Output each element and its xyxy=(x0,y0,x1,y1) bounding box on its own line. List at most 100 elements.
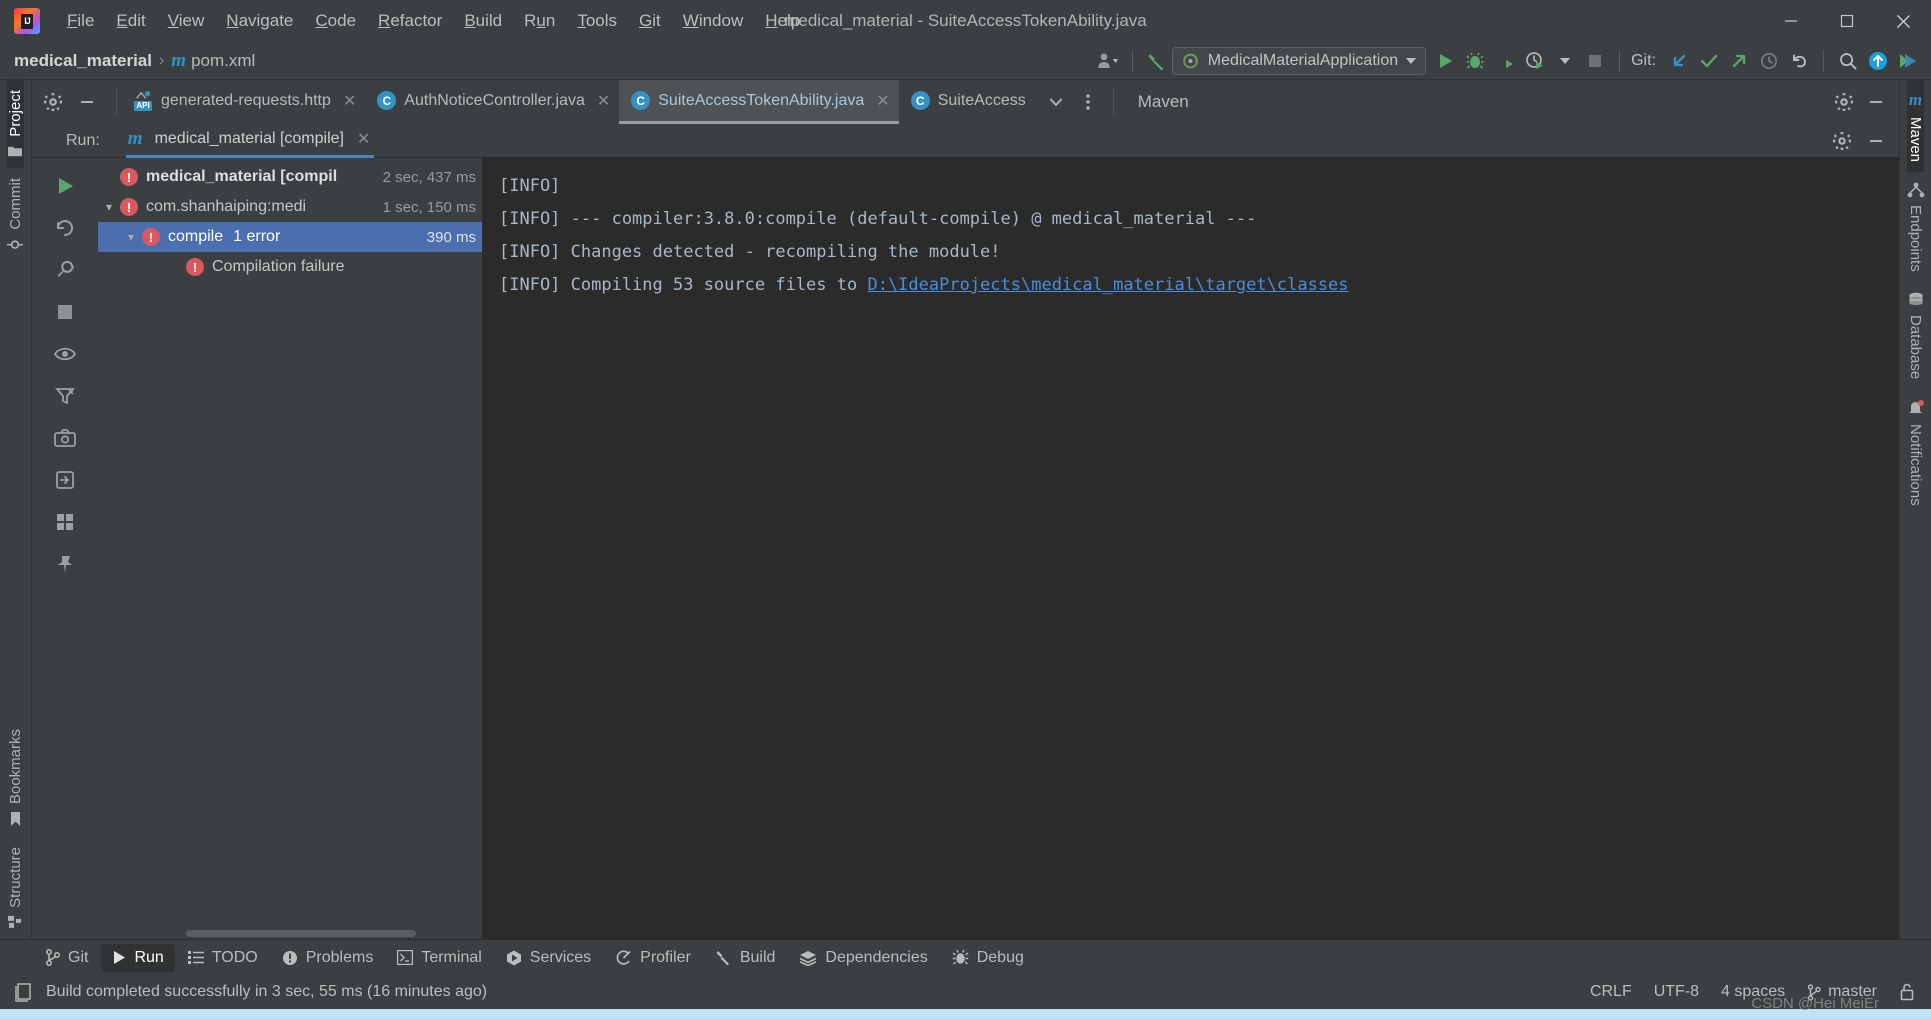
breadcrumb-project[interactable]: medical_material xyxy=(14,51,152,71)
tree-horizontal-scrollbar[interactable] xyxy=(98,927,482,939)
menu-item-run[interactable]: Run xyxy=(513,7,566,35)
menu-item-help[interactable]: Help xyxy=(754,7,811,35)
user-avatar-icon[interactable] xyxy=(1093,47,1123,75)
sidebar-item-project[interactable]: Project xyxy=(7,80,24,168)
encoding-indicator[interactable]: UTF-8 xyxy=(1654,983,1699,1001)
run-coverage-icon[interactable] xyxy=(1490,47,1520,75)
hammer-build-icon[interactable] xyxy=(1142,47,1172,75)
minimize-button[interactable] xyxy=(1763,0,1819,42)
table-row[interactable]: ▾ ! com.shanhaiping:medi 1 sec, 150 ms xyxy=(98,192,482,222)
stop-icon[interactable] xyxy=(1580,47,1610,75)
chevron-down-icon[interactable]: ▾ xyxy=(120,230,142,244)
sidebar-item-structure[interactable]: Structure xyxy=(7,837,24,939)
plugin-icon[interactable] xyxy=(1893,47,1923,75)
line-separator-indicator[interactable]: CRLF xyxy=(1590,983,1632,1001)
menu-item-tools[interactable]: Tools xyxy=(566,7,628,35)
menu-item-git[interactable]: Git xyxy=(628,7,672,35)
bottom-tab-build[interactable]: Build xyxy=(704,944,787,972)
indent-indicator[interactable]: 4 spaces xyxy=(1721,983,1785,1001)
close-button[interactable] xyxy=(1875,0,1931,42)
run-configuration-selector[interactable]: MedicalMaterialApplication xyxy=(1171,46,1427,75)
pin-icon[interactable] xyxy=(46,545,84,583)
hide-icon[interactable] xyxy=(1861,87,1891,117)
bottom-tab-run[interactable]: Run xyxy=(101,943,175,972)
settings-gear-icon[interactable] xyxy=(1827,126,1857,156)
maximize-button[interactable] xyxy=(1819,0,1875,42)
table-row[interactable]: ▾ ! compile 1 error 390 ms xyxy=(98,222,482,252)
close-icon[interactable]: ✕ xyxy=(343,91,356,111)
chevron-down-icon[interactable] xyxy=(1041,87,1071,117)
more-vertical-icon[interactable] xyxy=(1073,87,1103,117)
status-bar-right: CRLF UTF-8 4 spaces master xyxy=(1590,983,1931,1001)
screenshot-icon[interactable] xyxy=(46,419,84,457)
hide-icon[interactable] xyxy=(1861,126,1891,156)
git-rollback-icon[interactable] xyxy=(1784,47,1814,75)
bottom-tab-dependencies[interactable]: Dependencies xyxy=(788,944,938,972)
debug-icon[interactable] xyxy=(1460,47,1490,75)
eye-toggle-icon[interactable] xyxy=(46,335,84,373)
menu-item-view[interactable]: View xyxy=(157,7,216,35)
bottom-tab-debug[interactable]: Debug xyxy=(941,944,1035,972)
settings-gear-icon[interactable] xyxy=(1829,87,1859,117)
bottom-tab-git[interactable]: Git xyxy=(34,944,99,972)
editor-tab-generated-requests[interactable]: API generated-requests.http ✕ xyxy=(121,80,365,124)
hide-icon[interactable] xyxy=(72,87,102,117)
profiler-icon[interactable] xyxy=(1520,47,1550,75)
run-tab-medical-material-compile[interactable]: m medical_material [compile] ✕ xyxy=(125,124,375,158)
sidebar-item-commit[interactable]: Commit xyxy=(7,168,24,263)
rerun-icon[interactable] xyxy=(46,167,84,205)
filter-icon[interactable] xyxy=(46,377,84,415)
menu-item-code[interactable]: Code xyxy=(304,7,367,35)
editor-tab-suiteaccesstokenability[interactable]: C SuiteAccessTokenAbility.java ✕ xyxy=(619,80,899,124)
lock-icon[interactable] xyxy=(1899,983,1915,1001)
bottom-tab-services[interactable]: Services xyxy=(495,944,602,972)
status-message[interactable]: Build completed successfully in 3 sec, 5… xyxy=(46,983,487,1001)
breadcrumb-file[interactable]: pom.xml xyxy=(191,51,255,71)
build-console-output[interactable]: [INFO] [INFO] --- compiler:3.8.0:compile… xyxy=(483,158,1873,939)
sidebar-item-bookmarks[interactable]: Bookmarks xyxy=(7,719,24,837)
upload-icon[interactable] xyxy=(1863,47,1893,75)
git-commit-icon[interactable] xyxy=(1694,47,1724,75)
rerun-failed-icon[interactable] xyxy=(46,209,84,247)
console-line: [INFO] --- compiler:3.8.0:compile (defau… xyxy=(499,209,1257,229)
menu-item-build[interactable]: Build xyxy=(453,7,513,35)
bottom-tab-terminal[interactable]: Terminal xyxy=(386,944,492,972)
table-row[interactable]: ! Compilation failure xyxy=(98,252,482,282)
search-everywhere-icon[interactable] xyxy=(1833,47,1863,75)
settings-wrench-icon[interactable] xyxy=(46,251,84,289)
editor-tab-suiteaccess[interactable]: C SuiteAccess xyxy=(899,80,1035,124)
bottom-tab-todo[interactable]: TODO xyxy=(177,944,269,972)
close-icon[interactable]: ✕ xyxy=(597,91,610,111)
git-push-icon[interactable] xyxy=(1724,47,1754,75)
console-scroll-rail[interactable] xyxy=(1873,158,1899,939)
editor-tab-label: generated-requests.http xyxy=(161,91,331,109)
build-tree-panel: ! medical_material [compil 2 sec, 437 ms… xyxy=(98,158,483,939)
sidebar-item-endpoints[interactable]: Endpoints xyxy=(1907,172,1925,282)
bottom-tab-profiler[interactable]: Profiler xyxy=(604,944,702,972)
menu-item-navigate[interactable]: Navigate xyxy=(215,7,304,35)
menu-item-edit[interactable]: Edit xyxy=(105,7,156,35)
scrollbar-thumb[interactable] xyxy=(186,930,416,937)
sidebar-item-notifications[interactable]: Notifications xyxy=(1907,389,1925,516)
table-row[interactable]: ! medical_material [compil 2 sec, 437 ms xyxy=(98,162,482,192)
output-path-link[interactable]: D:\IdeaProjects\medical_material\target\… xyxy=(867,275,1348,295)
menu-item-refactor[interactable]: Refactor xyxy=(367,7,453,35)
git-branch-indicator[interactable]: master xyxy=(1807,983,1877,1001)
profiler-dropdown-icon[interactable] xyxy=(1550,47,1580,75)
run-icon[interactable] xyxy=(1430,47,1460,75)
export-icon[interactable] xyxy=(46,461,84,499)
git-update-icon[interactable] xyxy=(1664,47,1694,75)
close-icon[interactable]: ✕ xyxy=(876,91,889,111)
menu-item-file[interactable]: File xyxy=(56,7,105,35)
git-history-icon[interactable] xyxy=(1754,47,1784,75)
bottom-tab-problems[interactable]: Problems xyxy=(271,944,385,972)
settings-gear-icon[interactable] xyxy=(38,87,68,117)
chevron-down-icon[interactable]: ▾ xyxy=(98,200,120,214)
menu-item-window[interactable]: Window xyxy=(672,7,754,35)
editor-tab-authnoticecontroller[interactable]: C AuthNoticeController.java ✕ xyxy=(365,80,619,124)
sidebar-item-maven[interactable]: m Maven xyxy=(1907,80,1924,173)
layout-icon[interactable] xyxy=(46,503,84,541)
stop-icon[interactable] xyxy=(46,293,84,331)
close-icon[interactable]: ✕ xyxy=(357,129,370,149)
sidebar-item-database[interactable]: Database xyxy=(1907,282,1925,389)
